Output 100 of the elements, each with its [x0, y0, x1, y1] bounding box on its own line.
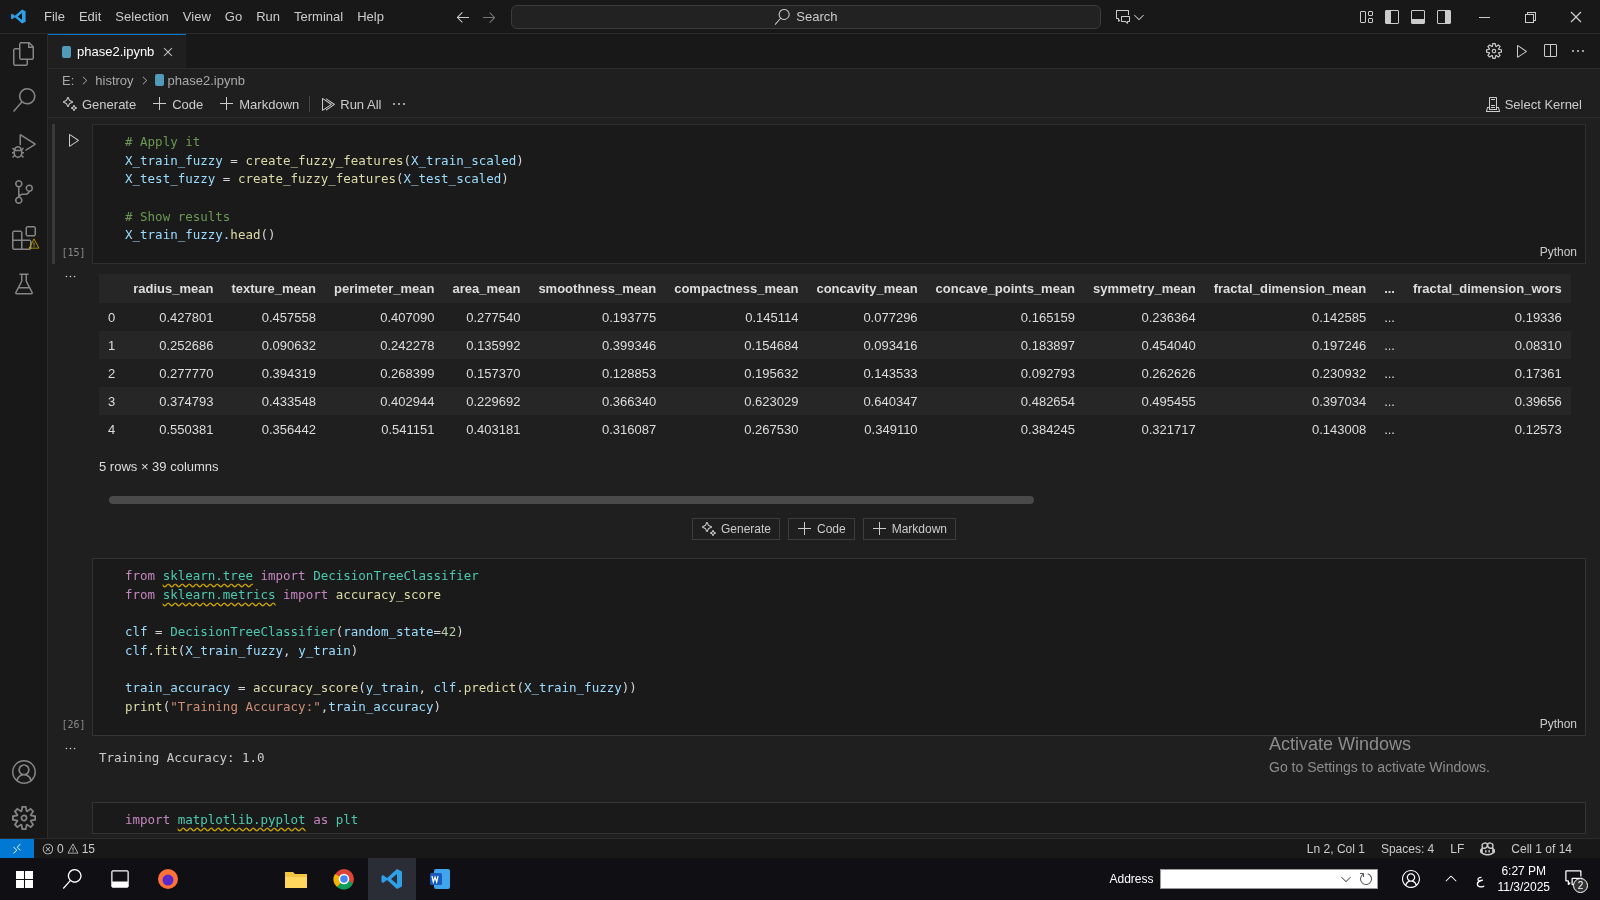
column-header: concave_points_mean — [926, 274, 1085, 304]
column-header: symmetry_mean — [1084, 274, 1205, 304]
chat-sparkle-icon[interactable] — [1114, 8, 1131, 25]
menu-item[interactable]: Go — [217, 9, 250, 24]
menu-item[interactable]: Help — [350, 9, 391, 24]
horizontal-scrollbar[interactable] — [109, 496, 1034, 505]
account-icon[interactable] — [11, 760, 36, 784]
insert-cell-button[interactable]: Markdown — [862, 518, 957, 541]
table-cell: 0.19336 — [1404, 303, 1571, 332]
code-line: from sklearn.metrics import accuracy_score — [125, 585, 442, 604]
toolbar-button[interactable]: Generate — [56, 94, 143, 114]
activation-title: Activate Windows — [1269, 734, 1413, 755]
table-cell: 0.090632 — [222, 331, 325, 360]
address-field[interactable] — [1159, 869, 1378, 889]
code-line: X_train_fuzzy.head() — [125, 226, 276, 245]
table-cell: 0.277770 — [124, 359, 223, 388]
people-icon[interactable] — [1401, 870, 1420, 888]
run-icon[interactable] — [1514, 43, 1530, 59]
column-header: smoothness_mean — [529, 274, 666, 304]
code-line: from sklearn.tree import DecisionTreeClassifier — [125, 567, 479, 586]
cell-language[interactable]: Python — [1539, 245, 1577, 260]
settings-icon[interactable] — [11, 806, 36, 830]
menu-item[interactable]: Run — [249, 9, 287, 24]
code-cell-editor[interactable] — [92, 558, 1586, 736]
menu-item[interactable]: Edit — [71, 9, 109, 24]
table-cell: 0.640347 — [807, 387, 927, 416]
activation-text: Go to Settings to activate Windows. — [1269, 759, 1490, 775]
table-cell: 0.128853 — [529, 359, 666, 388]
row-index: 3 — [99, 387, 125, 416]
status-item[interactable]: LF — [1442, 841, 1473, 856]
table-cell: 0.268399 — [325, 359, 444, 388]
search-icon — [774, 8, 791, 25]
clock[interactable]: 6:27 PM 11/3/2025 — [1497, 864, 1550, 894]
select-kernel-button[interactable]: Select Kernel — [1478, 94, 1588, 114]
table-cell: 0.077296 — [807, 303, 927, 332]
table-cell: 0.457558 — [222, 303, 325, 332]
breadcrumb-item[interactable]: phase2.ipynb — [167, 72, 245, 88]
table-cell: 0.183897 — [926, 331, 1085, 360]
code-editor-icon[interactable] — [368, 858, 416, 900]
status-item[interactable]: Cell 1 of 14 — [1503, 841, 1580, 856]
table-cell: ... — [1375, 359, 1404, 388]
table-cell: 0.165159 — [926, 303, 1085, 332]
table-cell: 0.252686 — [124, 331, 223, 360]
editor-tab[interactable]: phase2.ipynb — [48, 34, 187, 68]
breadcrumb-item[interactable]: histroy — [95, 72, 134, 88]
code-line: print("Training Accuracy:",train_accuracy) — [125, 697, 442, 716]
problems-indicator[interactable]: 0 15 — [34, 841, 104, 856]
table-cell: 0.397034 — [1204, 387, 1376, 416]
panel-icon[interactable] — [1410, 8, 1426, 25]
table-cell: 0.08310 — [1404, 331, 1571, 360]
app-logo-icon — [10, 8, 27, 25]
table-cell: 0.157370 — [443, 359, 530, 388]
toolbar-button[interactable]: Run All — [314, 94, 388, 114]
input-language[interactable]: ع — [1475, 871, 1484, 887]
cell-language[interactable]: Python — [1539, 716, 1577, 731]
notification-badge: 2 — [1573, 878, 1588, 893]
column-header: fractal_dimension_mean — [1204, 274, 1376, 304]
code-cell-editor[interactable]: # Apply it X_train_fuzzy = create_fuzzy_features(X_train_scaled) X_test_fuzzy = create_fuzzy_features(X_test_scaled) # Show results X_train_fuzzy.head() Python — [92, 124, 1586, 265]
status-item[interactable]: Spaces: 4 — [1372, 841, 1443, 856]
row-index: 2 — [99, 359, 125, 388]
sparkle-icon — [700, 521, 717, 538]
menu-item[interactable]: Selection — [108, 9, 176, 24]
address-label: Address — [1109, 872, 1154, 886]
search-field[interactable]: Search — [510, 4, 1101, 29]
plus-icon — [871, 521, 888, 538]
search-icon[interactable] — [11, 88, 36, 112]
files-icon[interactable] — [11, 42, 36, 66]
split-editor-icon[interactable] — [1542, 43, 1558, 59]
column-header: perimeter_mean — [325, 274, 444, 304]
column-header: concavity_mean — [807, 274, 927, 304]
table-cell: 0.39656 — [1404, 387, 1571, 416]
status-item[interactable]: Ln 2, Col 1 — [1298, 841, 1373, 856]
execution-count: [26] — [61, 718, 86, 730]
refresh-icon[interactable] — [1357, 871, 1374, 887]
breadcrumb-item[interactable]: E: — [62, 72, 75, 88]
code-line: X_test_fuzzy = create_fuzzy_features(X_test_scaled) — [125, 170, 509, 189]
run-debug-icon[interactable] — [11, 134, 36, 158]
table-cell: 0.427801 — [124, 303, 223, 332]
toolbar-button[interactable]: Code — [146, 94, 210, 114]
sidebar-left-icon[interactable] — [1384, 8, 1400, 25]
insert-cell-button[interactable]: Code — [788, 518, 855, 541]
table-cell: 0.277540 — [443, 303, 530, 332]
table-cell: 0.142585 — [1204, 303, 1376, 332]
menu-item[interactable]: File — [37, 9, 72, 24]
menu-item[interactable]: View — [175, 9, 218, 24]
sparkle-icon — [62, 96, 78, 112]
insert-cell-button[interactable]: Generate — [691, 518, 780, 541]
table-cell: 0.623029 — [665, 387, 808, 416]
table-cell: 0.433548 — [222, 387, 325, 416]
menu-item[interactable]: Terminal — [287, 9, 351, 24]
table-cell: 0.135992 — [443, 331, 530, 360]
table-cell: 0.407090 — [325, 303, 444, 332]
toolbar-button[interactable]: Markdown — [213, 94, 306, 114]
table-cell: 0.17361 — [1404, 359, 1571, 388]
settings-icon[interactable] — [1486, 43, 1502, 59]
table-cell: 0.399346 — [529, 331, 666, 360]
sidebar-right-icon[interactable] — [1436, 8, 1452, 25]
table-cell: 0.394319 — [222, 359, 325, 388]
code-cell-editor[interactable]: import matplotlib.pyplot as plt — [92, 801, 1586, 835]
layout-icon[interactable] — [1358, 8, 1374, 25]
